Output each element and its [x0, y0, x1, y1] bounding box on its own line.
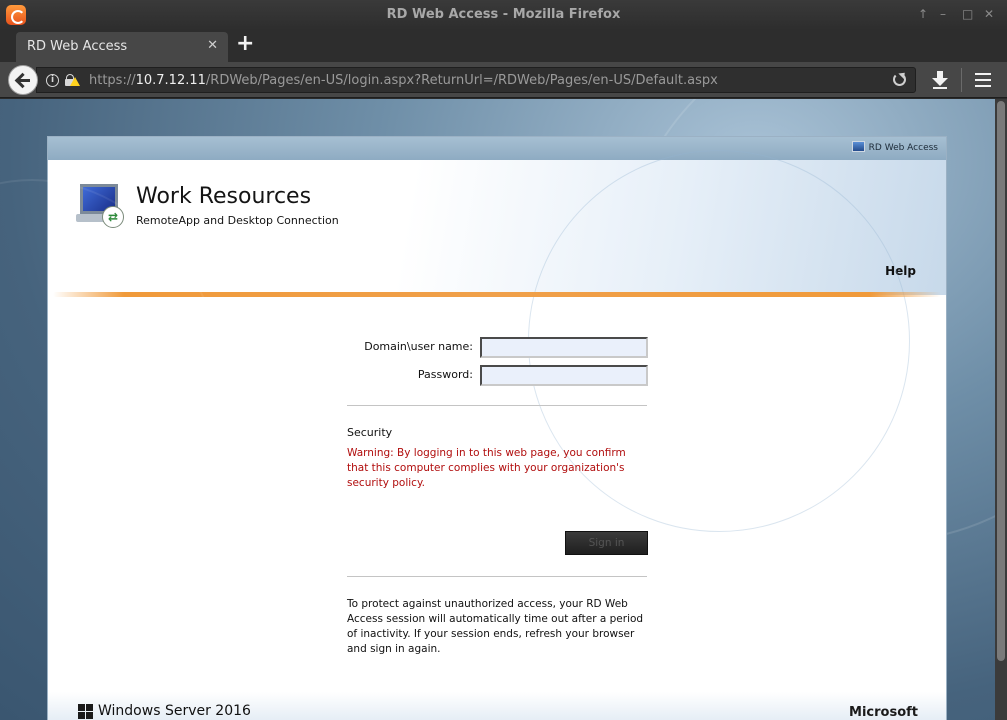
- window-title: RD Web Access - Mozilla Firefox: [386, 7, 621, 22]
- microsoft-brand: Microsoft: [849, 705, 918, 720]
- tab-strip: RD Web Access ✕: [0, 30, 1007, 62]
- page-title: Work Resources: [136, 184, 312, 209]
- username-input[interactable]: [480, 337, 648, 358]
- security-warning: Warning: By logging in to this web page,…: [347, 447, 626, 489]
- username-row: Domain\user name:: [347, 337, 649, 359]
- back-button[interactable]: [8, 65, 38, 95]
- header-divider: [53, 292, 941, 297]
- window-titlebar: RD Web Access - Mozilla Firefox ↑ – □ ✕: [0, 0, 1007, 30]
- new-tab-button[interactable]: +: [236, 33, 254, 55]
- remote-desktop-icon: [851, 141, 865, 152]
- url-scheme: https://: [89, 73, 136, 88]
- url-host: 10.7.12.11: [135, 73, 206, 88]
- scrollbar-thumb[interactable]: [997, 101, 1005, 661]
- security-heading: Security: [347, 426, 393, 439]
- rd-web-access-label: RD Web Access: [868, 143, 938, 153]
- page-header: ⇄ Work Resources RemoteApp and Desktop C…: [48, 150, 946, 532]
- tab-close-icon[interactable]: ✕: [207, 38, 218, 53]
- page-footer: Windows Server 2016 Microsoft: [48, 692, 946, 720]
- download-icon[interactable]: [932, 71, 948, 89]
- window-minimize-button[interactable]: –: [940, 7, 946, 21]
- warning-icon: [70, 77, 80, 86]
- windows-logo-icon: [78, 704, 93, 719]
- url-path: /RDWeb/Pages/en-US/login.aspx?ReturnUrl=…: [205, 73, 718, 88]
- rd-web-access-badge: RD Web Access: [851, 141, 938, 153]
- page-viewport: RD Web Access ⇄ Work Resources RemoteApp…: [0, 99, 1007, 720]
- page-subtitle: RemoteApp and Desktop Connection: [136, 214, 339, 227]
- rdweb-panel: RD Web Access ⇄ Work Resources RemoteApp…: [47, 136, 947, 720]
- windows-server-brand: Windows Server 2016: [98, 703, 251, 719]
- form-divider-top: [347, 405, 647, 406]
- reload-icon[interactable]: [893, 73, 906, 86]
- url-text[interactable]: https://10.7.12.11/RDWeb/Pages/en-US/log…: [89, 73, 718, 88]
- tab-rd-web-access[interactable]: RD Web Access ✕: [16, 32, 228, 62]
- username-label: Domain\user name:: [364, 340, 473, 353]
- session-timeout-notice: To protect against unauthorized access, …: [347, 598, 644, 655]
- window-up-icon[interactable]: ↑: [918, 7, 928, 21]
- window-maximize-button[interactable]: □: [962, 7, 973, 21]
- toolbar-separator: [961, 68, 962, 92]
- tab-label: RD Web Access: [27, 39, 128, 54]
- password-input[interactable]: [480, 365, 648, 386]
- form-divider-bottom: [347, 576, 647, 577]
- password-label: Password:: [417, 368, 473, 381]
- remote-desktop-logo-icon: ⇄: [76, 182, 124, 228]
- navigation-toolbar: i https://10.7.12.11/RDWeb/Pages/en-US/l…: [0, 62, 1007, 98]
- sign-in-button[interactable]: Sign in: [565, 531, 648, 555]
- top-strip: RD Web Access: [48, 137, 946, 160]
- window-close-button[interactable]: ✕: [984, 7, 994, 21]
- password-row: Password:: [347, 365, 649, 387]
- vertical-scrollbar[interactable]: [995, 99, 1007, 720]
- hamburger-menu-icon[interactable]: [975, 73, 991, 87]
- info-icon[interactable]: i: [46, 74, 59, 87]
- help-link[interactable]: Help: [885, 264, 916, 278]
- url-bar[interactable]: i https://10.7.12.11/RDWeb/Pages/en-US/l…: [36, 67, 916, 93]
